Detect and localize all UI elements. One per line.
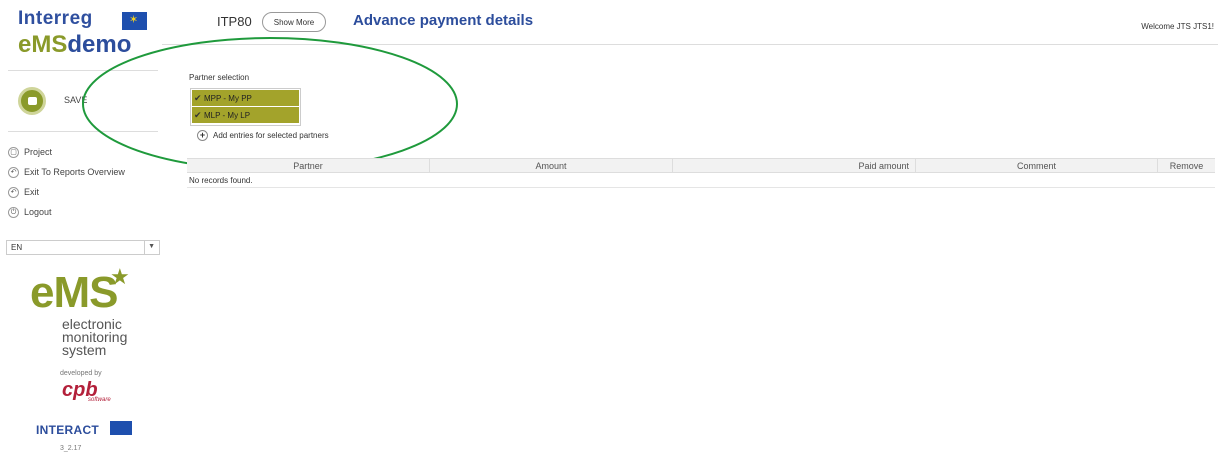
advance-payment-table: Partner Amount Paid amount Comment Remov… xyxy=(187,158,1215,188)
column-header-amount[interactable]: Amount xyxy=(430,159,673,172)
annotation-ellipse-shape xyxy=(82,37,458,171)
column-header-partner[interactable]: Partner xyxy=(187,159,430,172)
annotation-ellipse xyxy=(82,37,458,171)
logo-ems-text: eMS xyxy=(18,31,68,58)
sidebar-item-logout[interactable]: ⏻ Logout xyxy=(8,202,158,222)
sidebar-item-label: Exit xyxy=(24,187,40,197)
language-value: EN xyxy=(11,243,23,252)
save-button[interactable] xyxy=(18,87,46,115)
ems-tagline: electronic monitoring system xyxy=(62,317,127,358)
eu-flag-icon xyxy=(110,421,132,435)
page-title: Advance payment details xyxy=(353,12,534,29)
column-header-comment[interactable]: Comment xyxy=(916,159,1158,172)
sidebar-item-label: Logout xyxy=(24,207,52,217)
power-icon: ⏻ xyxy=(8,206,19,218)
show-more-button[interactable]: Show More xyxy=(262,12,326,32)
version-label: 3_2.17 xyxy=(60,445,82,452)
column-header-remove[interactable]: Remove xyxy=(1158,159,1215,172)
select-divider xyxy=(144,241,145,254)
empty-table-message: No records found. xyxy=(187,173,1215,188)
exit-icon: ↶ xyxy=(8,186,19,198)
sidebar-item-exit[interactable]: ↶ Exit xyxy=(8,182,158,202)
chevron-down-icon: ▼ xyxy=(148,243,155,250)
project-icon: ▢ xyxy=(8,146,19,158)
ems-logo: eMS ★ electronic monitoring system xyxy=(30,264,140,370)
welcome-message: Welcome JTS JTS1! xyxy=(1141,22,1214,31)
logo-interreg-text: Interreg xyxy=(18,8,93,29)
interact-logo: INTERACT xyxy=(36,423,100,437)
main-content: Partner selection ✔ MPP - My PP ✔ MLP - … xyxy=(82,37,1218,456)
project-code: ITP80 xyxy=(217,14,252,29)
column-header-paid-amount[interactable]: Paid amount xyxy=(673,159,916,172)
back-icon: ↶ xyxy=(8,166,19,178)
eu-flag-icon xyxy=(122,12,147,30)
language-select[interactable]: EN ▼ xyxy=(6,240,160,255)
developed-by-label: developed by xyxy=(60,370,102,377)
cpb-software-label: software xyxy=(88,397,111,403)
ems-tagline-line: system xyxy=(62,342,107,358)
star-icon: ★ xyxy=(110,264,130,289)
sidebar-item-label: Project xyxy=(24,147,53,157)
table-header-row: Partner Amount Paid amount Comment Remov… xyxy=(187,158,1215,173)
ems-logo-text: eMS xyxy=(30,268,118,317)
